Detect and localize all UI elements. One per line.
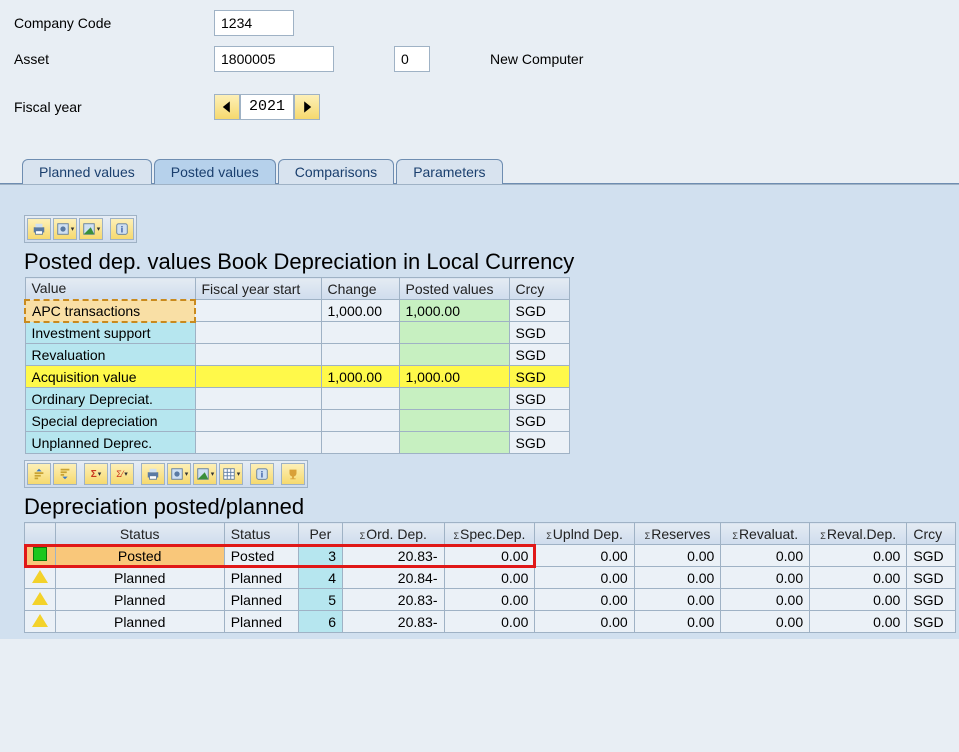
status-planned-icon xyxy=(32,570,48,583)
tab-comparisons[interactable]: Comparisons xyxy=(278,159,394,184)
col-status1[interactable]: Status xyxy=(55,523,224,545)
company-code-label: Company Code xyxy=(14,15,214,31)
posted-values-title: Posted dep. values Book Depreciation in … xyxy=(24,249,953,275)
svg-text:i: i xyxy=(261,470,263,480)
export2-button[interactable]: ▾ xyxy=(193,463,217,485)
asset-input[interactable] xyxy=(214,46,334,72)
col-icon xyxy=(25,523,56,545)
col-reval[interactable]: ΣRevaluat. xyxy=(721,523,810,545)
status-posted-icon xyxy=(33,547,47,561)
col-res[interactable]: ΣReserves xyxy=(634,523,721,545)
table-row[interactable]: PlannedPlanned520.83-0.000.000.000.000.0… xyxy=(25,589,956,611)
fiscal-year-label: Fiscal year xyxy=(14,99,214,115)
toolbar-lower: Σ▾ Σ⁄▾ ▾ ▾ ▾ i xyxy=(24,460,308,488)
table-row[interactable]: Unplanned Deprec.SGD xyxy=(25,432,569,454)
asset-description: New Computer xyxy=(490,51,583,67)
col-upl[interactable]: ΣUplnd Dep. xyxy=(535,523,634,545)
depreciation-table: Status Status Per ΣOrd. Dep. ΣSpec.Dep. … xyxy=(24,522,956,633)
col-value[interactable]: Value xyxy=(25,278,195,300)
subtotal-button[interactable]: Σ⁄▾ xyxy=(110,463,134,485)
col-ord[interactable]: ΣOrd. Dep. xyxy=(343,523,444,545)
sum-button[interactable]: Σ▾ xyxy=(84,463,108,485)
view-button[interactable]: ▾ xyxy=(167,463,191,485)
table-row[interactable]: PlannedPlanned620.83-0.000.000.000.000.0… xyxy=(25,611,956,633)
print2-button[interactable] xyxy=(141,463,165,485)
tab-posted-values[interactable]: Posted values xyxy=(154,159,276,184)
table-row[interactable]: PostedPosted320.83-0.000.000.000.000.00S… xyxy=(25,545,956,567)
col-change[interactable]: Change xyxy=(321,278,399,300)
asset-label: Asset xyxy=(14,51,214,67)
table-row[interactable]: APC transactions1,000.001,000.00SGD xyxy=(25,300,569,322)
svg-text:i: i xyxy=(121,225,123,235)
table-row[interactable]: PlannedPlanned420.84-0.000.000.000.000.0… xyxy=(25,567,956,589)
fiscal-prev-button[interactable] xyxy=(214,94,240,120)
sort-asc-button[interactable] xyxy=(27,463,51,485)
col-revdep[interactable]: ΣReval.Dep. xyxy=(810,523,907,545)
fiscal-year-value: 2021 xyxy=(240,94,294,120)
col-fys[interactable]: Fiscal year start xyxy=(195,278,321,300)
status-planned-icon xyxy=(32,592,48,605)
company-code-input[interactable] xyxy=(214,10,294,36)
col-spec[interactable]: ΣSpec.Dep. xyxy=(444,523,535,545)
status-planned-icon xyxy=(32,614,48,627)
tab-planned-values[interactable]: Planned values xyxy=(22,159,152,184)
col-status2[interactable]: Status xyxy=(224,523,298,545)
tab-parameters[interactable]: Parameters xyxy=(396,159,502,184)
subasset-input[interactable] xyxy=(394,46,430,72)
table-row[interactable]: Investment supportSGD xyxy=(25,322,569,344)
col-crcy2[interactable]: Crcy xyxy=(907,523,956,545)
sort-desc-button[interactable] xyxy=(53,463,77,485)
print-button[interactable] xyxy=(27,218,51,240)
tab-strip: Planned values Posted values Comparisons… xyxy=(0,138,959,184)
depreciation-title: Depreciation posted/planned xyxy=(24,494,953,520)
info-button[interactable]: i xyxy=(110,218,134,240)
posted-values-table: Value Fiscal year start Change Posted va… xyxy=(24,277,570,454)
trophy-button[interactable] xyxy=(281,463,305,485)
col-per[interactable]: Per xyxy=(298,523,342,545)
spreadsheet-button[interactable]: ▾ xyxy=(79,218,103,240)
table-row[interactable]: Ordinary Depreciat.SGD xyxy=(25,388,569,410)
table-row[interactable]: Acquisition value1,000.001,000.00SGD xyxy=(25,366,569,388)
col-crcy[interactable]: Crcy xyxy=(509,278,569,300)
table-row[interactable]: RevaluationSGD xyxy=(25,344,569,366)
table-row[interactable]: Special depreciationSGD xyxy=(25,410,569,432)
layout-button[interactable]: ▾ xyxy=(219,463,243,485)
export-button[interactable]: ▾ xyxy=(53,218,77,240)
fiscal-next-button[interactable] xyxy=(294,94,320,120)
toolbar-upper: ▾ ▾ i xyxy=(24,215,137,243)
col-posted[interactable]: Posted values xyxy=(399,278,509,300)
info2-button[interactable]: i xyxy=(250,463,274,485)
